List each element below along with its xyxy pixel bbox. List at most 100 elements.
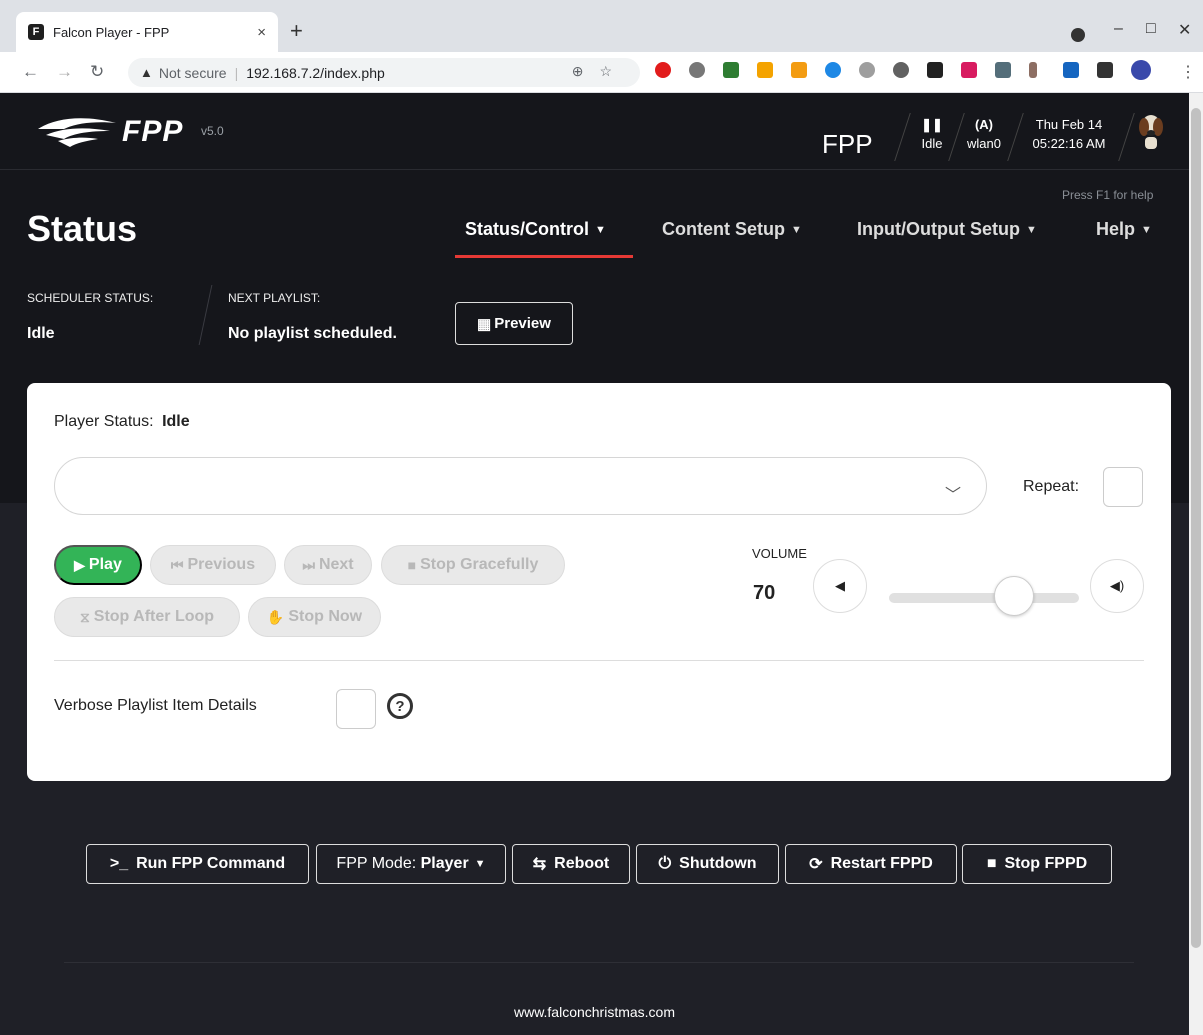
volume-value: 70	[753, 582, 776, 604]
tab-title: Falcon Player - FPP	[53, 24, 170, 40]
nav-input-output-setup[interactable]: Input/Output Setup ▼	[857, 219, 1037, 240]
player-status-value: Idle	[162, 413, 190, 430]
caret-down-icon: ▼	[595, 224, 606, 236]
stop-after-loop-button[interactable]: ⧖ Stop After Loop	[54, 597, 240, 637]
beagle-avatar-icon[interactable]	[1137, 113, 1165, 151]
stop-icon: ■	[407, 557, 417, 573]
next-button[interactable]: ⏭ Next	[284, 545, 372, 585]
datetime: Thu Feb 14 05:22:16 AM	[1025, 115, 1113, 153]
shutdown-button[interactable]: ⏻ Shutdown	[636, 844, 779, 884]
maximize-button[interactable]: □	[1146, 20, 1156, 38]
help-hint: Press F1 for help	[1062, 188, 1154, 202]
fpp-page: FPP v5.0 FPP ❚❚ Idle (A) wlan0 Thu Feb 1…	[0, 93, 1189, 1035]
wifi-indicator[interactable]: (A) wlan0	[962, 115, 1006, 153]
retweet-icon: ⇆	[532, 856, 547, 873]
browser-tab-strip: F Falcon Player - FPP × + – □ ✕	[0, 0, 1203, 52]
address-toolbar: ← → ↻ ▲ Not secure | 192.168.7.2/index.p…	[0, 52, 1203, 93]
chevron-down-icon[interactable]: ﹀	[945, 481, 961, 505]
run-command-label: Run FPP Command	[136, 855, 286, 872]
player-card: Player Status: Idle ﹀ Repeat: ▶ Play ⏮ Pre…	[27, 383, 1171, 781]
browser-menu-icon[interactable]: ⋮	[1180, 62, 1196, 82]
preview-label: Preview	[494, 315, 551, 332]
wifi-interface: wlan0	[967, 136, 1001, 151]
terminal-icon: >_	[109, 855, 129, 872]
caret-down-icon: ▼	[1141, 224, 1152, 236]
nav-content-setup[interactable]: Content Setup ▼	[662, 219, 802, 240]
warning-icon: ▲	[140, 65, 153, 80]
extension-icon[interactable]	[825, 62, 841, 78]
stop-label: Stop FPPD	[1004, 855, 1088, 872]
shutdown-label: Shutdown	[679, 855, 757, 872]
play-button[interactable]: ▶ Play	[54, 545, 142, 585]
forward-icon[interactable]: →	[56, 62, 73, 82]
footer-site-link[interactable]: www.falconchristmas.com	[0, 1004, 1189, 1020]
avatar-icon[interactable]	[1131, 60, 1151, 80]
zoom-and-star-icons[interactable]: ⊕☆	[572, 63, 628, 80]
hourglass-icon: ⧖	[79, 608, 90, 625]
mode-prefix: FPP Mode:	[336, 855, 417, 872]
minimize-button[interactable]: –	[1114, 20, 1123, 38]
previous-button[interactable]: ⏮ Previous	[150, 545, 276, 585]
scrollbar-thumb[interactable]	[1191, 108, 1201, 948]
browser-tab[interactable]: F Falcon Player - FPP ×	[16, 12, 278, 52]
stop-gracefully-button[interactable]: ■ Stop Gracefully	[381, 545, 565, 585]
volume-slider-track[interactable]	[889, 593, 1079, 603]
address-bar[interactable]: ▲ Not secure | 192.168.7.2/index.php ⊕☆	[128, 58, 640, 87]
run-fpp-command-button[interactable]: >_ Run FPP Command	[86, 844, 309, 884]
player-status-label: Player Status:	[54, 413, 154, 430]
skip-forward-icon: ⏭	[302, 556, 315, 573]
logo-text: FPP	[122, 115, 184, 148]
extension-icon[interactable]	[723, 62, 739, 78]
player-state-indicator[interactable]: ❚❚ Idle	[917, 115, 947, 153]
extension-icon[interactable]	[689, 62, 705, 78]
stop-now-label: Stop Now	[288, 608, 363, 625]
extension-icon[interactable]	[927, 62, 943, 78]
profile-icon[interactable]	[1071, 28, 1085, 42]
stop-gracefully-label: Stop Gracefully	[420, 556, 539, 573]
back-icon[interactable]: ←	[22, 62, 39, 82]
extension-icon[interactable]	[995, 62, 1011, 78]
preview-button[interactable]: ▦ Preview	[455, 302, 573, 345]
nav-label: Content Setup	[662, 219, 785, 239]
stop-now-button[interactable]: ✋ Stop Now	[248, 597, 381, 637]
repeat-checkbox[interactable]	[1103, 467, 1143, 507]
extension-icon[interactable]	[859, 62, 875, 78]
extension-icon[interactable]	[893, 62, 909, 78]
volume-slider-thumb[interactable]	[994, 576, 1034, 616]
caret-down-icon: ▼	[791, 224, 802, 236]
restart-fppd-button[interactable]: ⟳ Restart FPPD	[785, 844, 957, 884]
opera-extension-icon[interactable]	[655, 62, 671, 78]
power-icon: ⏻	[658, 855, 672, 872]
repeat-label: Repeat:	[1023, 478, 1080, 495]
extension-icon[interactable]	[961, 62, 977, 78]
reboot-button[interactable]: ⇆ Reboot	[512, 844, 630, 884]
extension-icon[interactable]	[757, 62, 773, 78]
address-separator: |	[234, 64, 239, 81]
help-question-icon[interactable]: ?	[387, 693, 413, 719]
stop-after-loop-label: Stop After Loop	[93, 608, 215, 625]
refresh-icon: ⟳	[809, 856, 823, 873]
verbose-details-checkbox[interactable]	[336, 689, 376, 729]
extension-icon[interactable]	[1029, 62, 1037, 78]
extension-icon[interactable]	[1063, 62, 1079, 78]
volume-label: VOLUME	[752, 546, 807, 561]
reload-icon[interactable]: ↻	[90, 62, 104, 82]
nav-help[interactable]: Help ▼	[1096, 219, 1152, 240]
fpp-mode-dropdown[interactable]: FPP Mode: Player ▼	[316, 844, 506, 884]
nav-status-control[interactable]: Status/Control ▼	[465, 219, 606, 240]
scheduler-status-value: Idle	[27, 325, 55, 342]
puzzle-icon[interactable]	[1097, 62, 1113, 78]
play-label: Play	[88, 556, 122, 573]
playlist-select[interactable]	[54, 457, 987, 515]
stop-fppd-button[interactable]: ■ Stop FPPD	[962, 844, 1112, 884]
close-window-button[interactable]: ✕	[1178, 20, 1191, 40]
new-tab-button[interactable]: +	[290, 20, 303, 42]
volume-low-icon: ◀	[835, 578, 845, 593]
extension-icon[interactable]	[791, 62, 807, 78]
player-status: Player Status: Idle	[54, 413, 190, 431]
volume-up-button[interactable]: ◀)	[1090, 559, 1144, 613]
verbose-details-label: Verbose Playlist Item Details	[54, 697, 257, 714]
volume-down-button[interactable]: ◀	[813, 559, 867, 613]
close-tab-icon[interactable]: ×	[257, 24, 266, 41]
nav-label: Input/Output Setup	[857, 219, 1020, 239]
